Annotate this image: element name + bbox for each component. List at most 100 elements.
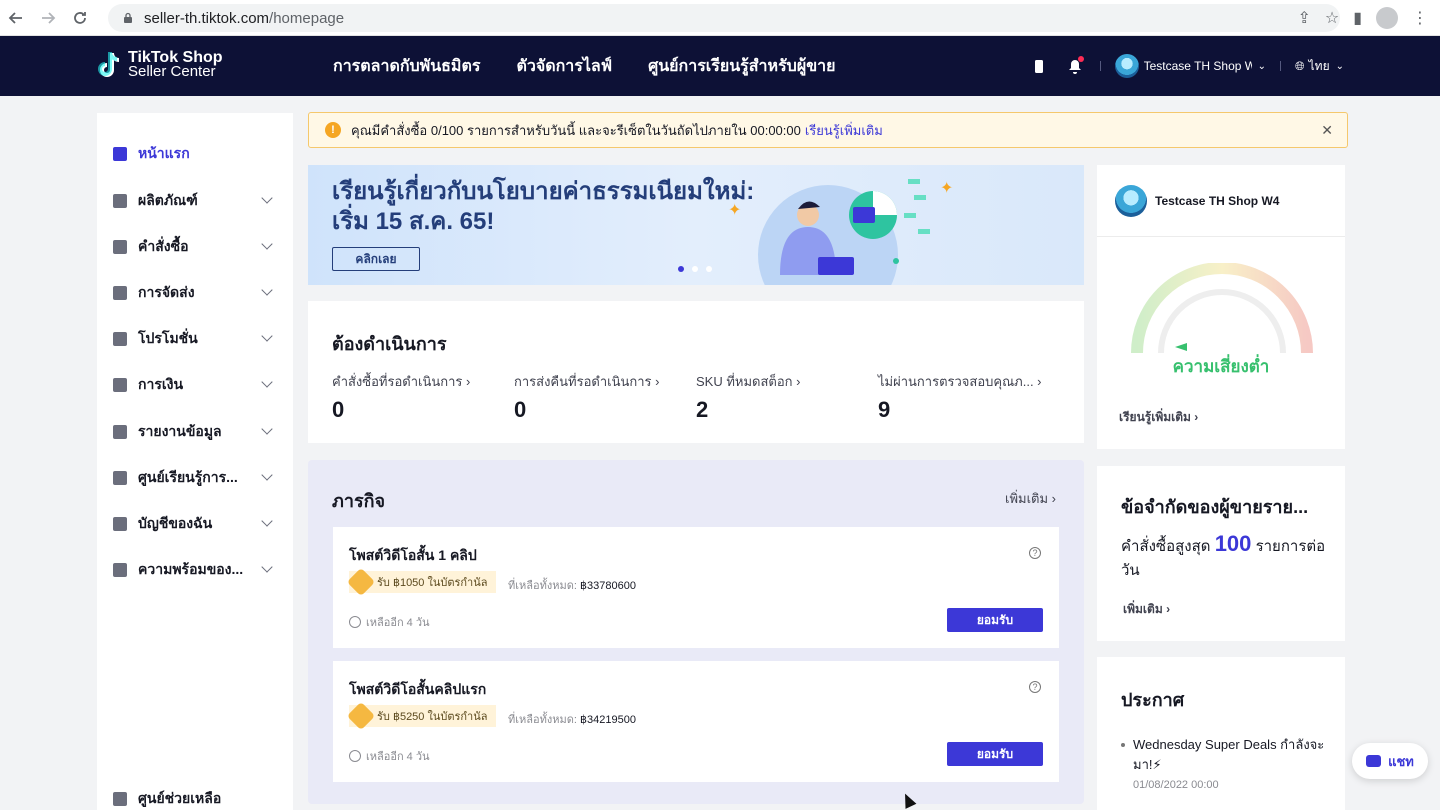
missions-more-link[interactable]: เพิ่มเติม › [1005,488,1056,509]
health-header: Testcase TH Shop W4 [1097,165,1345,237]
carousel-dot[interactable] [706,266,712,272]
sidebar-item-account[interactable]: บัญชีของฉัน [97,512,293,536]
banner-line1: เรียนรู้เกี่ยวกับนโยบายค่าธรรมเนียมใหม่: [332,178,755,205]
clock-icon [349,750,361,762]
sidebar-item-promotions[interactable]: โปรโมชั่น [97,327,293,351]
reward-tag: รับ ฿5250 ในบัตรกำนัล [346,701,496,731]
risk-level: ความเสี่ยงต่ำ [1172,357,1270,376]
more-label: เพิ่มเติม [1123,602,1163,616]
todo-out-of-stock[interactable]: SKU ที่หมดสต็อก › 2 [696,371,801,423]
mobile-icon[interactable] [1028,55,1050,77]
voucher-badge-icon [346,567,376,597]
carousel-dots [678,266,712,272]
chat-icon [1366,755,1382,767]
carousel-dot[interactable] [678,266,684,272]
seller-limit-card: ข้อจำกัดของผู้ขายราย... คำสั่งซื้อสูงสุด… [1097,466,1345,641]
carousel-dot[interactable] [692,266,698,272]
remaining-label: ที่เหลือทั้งหมด: [508,714,577,726]
globe-icon[interactable]: 🌐︎ [1295,59,1305,74]
remaining-value: ฿33780600 [580,580,636,592]
mission-title: โพสต์วิดีโอสั้นคลิปแรก [349,681,487,697]
alert-learn-more-link[interactable]: เรียนรู้เพิ่มเติม [805,120,883,141]
share-icon[interactable]: ⇪ [1297,8,1310,28]
bell-icon[interactable] [1064,55,1086,77]
sidebar-item-shipping[interactable]: การจัดส่ง [97,281,293,305]
sidebar-item-label: ผลิตภัณฑ์ [138,192,198,208]
top-header: TikTok Shop Seller Center การตลาดกับพันธ… [0,36,1440,96]
todo-label: คำสั่งซื้อที่รอดำเนินการ [332,374,463,389]
sidebar-item-readiness[interactable]: ความพร้อมของ... [97,558,293,582]
address-bar[interactable]: seller-th.tiktok.com/homepage [108,4,1340,32]
help-icon[interactable]: ? [1029,681,1041,693]
sidebar-item-home[interactable]: หน้าแรก [97,142,293,166]
notification-dot [1077,56,1084,62]
nav-live-manager[interactable]: ตัวจัดการไลฟ์ [516,54,612,79]
url-domain: seller-th.tiktok.com [144,9,270,27]
chevron-down-icon[interactable]: ⌄ [1336,61,1344,72]
chevron-down-icon [261,376,273,388]
sidebar-item-label: ความพร้อมของ... [138,561,244,577]
reload-icon[interactable] [64,0,96,36]
home-icon [113,147,127,161]
help-icon[interactable]: ? [1029,547,1041,559]
accept-button[interactable]: ยอมรับ [947,608,1043,632]
mission-item: โพสต์วิดีโอสั้น 1 คลิป ? รับ ฿1050 ในบัต… [333,527,1059,648]
sidebar-item-label: โปรโมชั่น [138,330,198,346]
close-icon[interactable]: ✕ [1321,122,1333,139]
card-icon [113,378,127,392]
sidebar-item-orders[interactable]: คำสั่งซื้อ [97,235,293,259]
star-icon[interactable]: ☆ [1325,8,1339,28]
sidebar: หน้าแรก ผลิตภัณฑ์ คำสั่งซื้อ การจัดส่ง โ… [97,113,293,810]
reward-text: รับ ฿1050 ในบัตรกำนัล [377,577,488,589]
limit-prefix: คำสั่งซื้อสูงสุด [1121,538,1211,555]
remaining-label: ที่เหลือทั้งหมด: [508,580,577,592]
announcement-date: 01/08/2022 00:00 [1133,779,1219,791]
banner-line2: เริ่ม 15 ส.ค. 65! [332,208,495,235]
announcement-item[interactable]: Wednesday Super Deals กำลังจะมา!⚡ [1121,735,1335,775]
accept-button[interactable]: ยอมรับ [947,742,1043,766]
alert-text: คุณมีคำสั่งซื้อ 0/100 รายการสำหรับวันนี้… [351,122,801,138]
days-left: เหลืออีก 4 วัน [349,747,430,765]
tiktok-shop-logo[interactable]: TikTok Shop Seller Center [96,49,223,81]
sidepanel-icon[interactable]: ▮ [1353,8,1362,28]
order-icon [113,240,127,254]
todo-pending-orders[interactable]: คำสั่งซื้อที่รอดำเนินการ › 0 [332,371,470,423]
menu-icon[interactable]: ⋮ [1412,8,1428,28]
todo-title: ต้องดำเนินการ [332,334,447,354]
todo-pending-returns[interactable]: การส่งคืนที่รอดำเนินการ › 0 [514,371,659,423]
sidebar-item-products[interactable]: ผลิตภัณฑ์ [97,189,293,213]
shop-avatar [1115,184,1147,217]
back-icon[interactable] [0,0,32,36]
language-selector[interactable]: ไทย [1309,57,1330,76]
chevron-down-icon [261,469,273,481]
chevron-down-icon [261,515,273,527]
shop-avatar[interactable] [1114,54,1139,78]
truck-icon [113,286,127,300]
promo-banner[interactable]: เรียนรู้เกี่ยวกับนโยบายค่าธรรมเนียมใหม่:… [308,165,1084,285]
remaining-total: ที่เหลือทั้งหมด: ฿34219500 [508,710,636,728]
sidebar-item-finance[interactable]: การเงิน [97,373,293,397]
nav-affiliate[interactable]: การตลาดกับพันธมิตร [333,54,480,79]
reward-tag: รับ ฿1050 ในบัตรกำนัล [346,567,496,597]
health-learn-more-link[interactable]: เรียนรู้เพิ่มเติม › [1119,408,1198,427]
todo-value: 0 [332,397,345,422]
banner-illustration: ✦ ✦ [728,179,953,285]
sidebar-item-learning[interactable]: ศูนย์เรียนรู้การ... [97,466,293,490]
user-icon [113,517,127,531]
banner-cta-button[interactable]: คลิกเลย [332,247,420,271]
chat-label: แชท [1388,753,1414,769]
chat-button[interactable]: แชท [1352,743,1428,779]
help-center-link[interactable]: ศูนย์ช่วยเหลือ [97,787,293,810]
sidebar-item-data-reports[interactable]: รายงานข้อมูล [97,420,293,444]
nav-seller-university[interactable]: ศูนย์การเรียนรู้สำหรับผู้ขาย [648,54,835,79]
chevron-down-icon[interactable]: ⌄ [1258,61,1266,72]
logo-line2: Seller Center [128,63,216,80]
profile-icon[interactable] [1376,7,1398,29]
forward-icon[interactable] [32,0,64,36]
sidebar-item-label: หน้าแรก [138,145,190,161]
header-actions: Testcase TH Shop W4 ⌄ 🌐︎ ไทย ⌄ [1014,36,1344,96]
limit-more-link[interactable]: เพิ่มเติม › [1123,600,1170,619]
shop-name[interactable]: Testcase TH Shop W4 [1144,59,1252,73]
todo-failed-qc[interactable]: ไม่ผ่านการตรวจสอบคุณภ... › 9 [878,371,1042,423]
browser-toolbar: seller-th.tiktok.com/homepage ⇪ ☆ ▮ ⋮ [0,0,1440,36]
